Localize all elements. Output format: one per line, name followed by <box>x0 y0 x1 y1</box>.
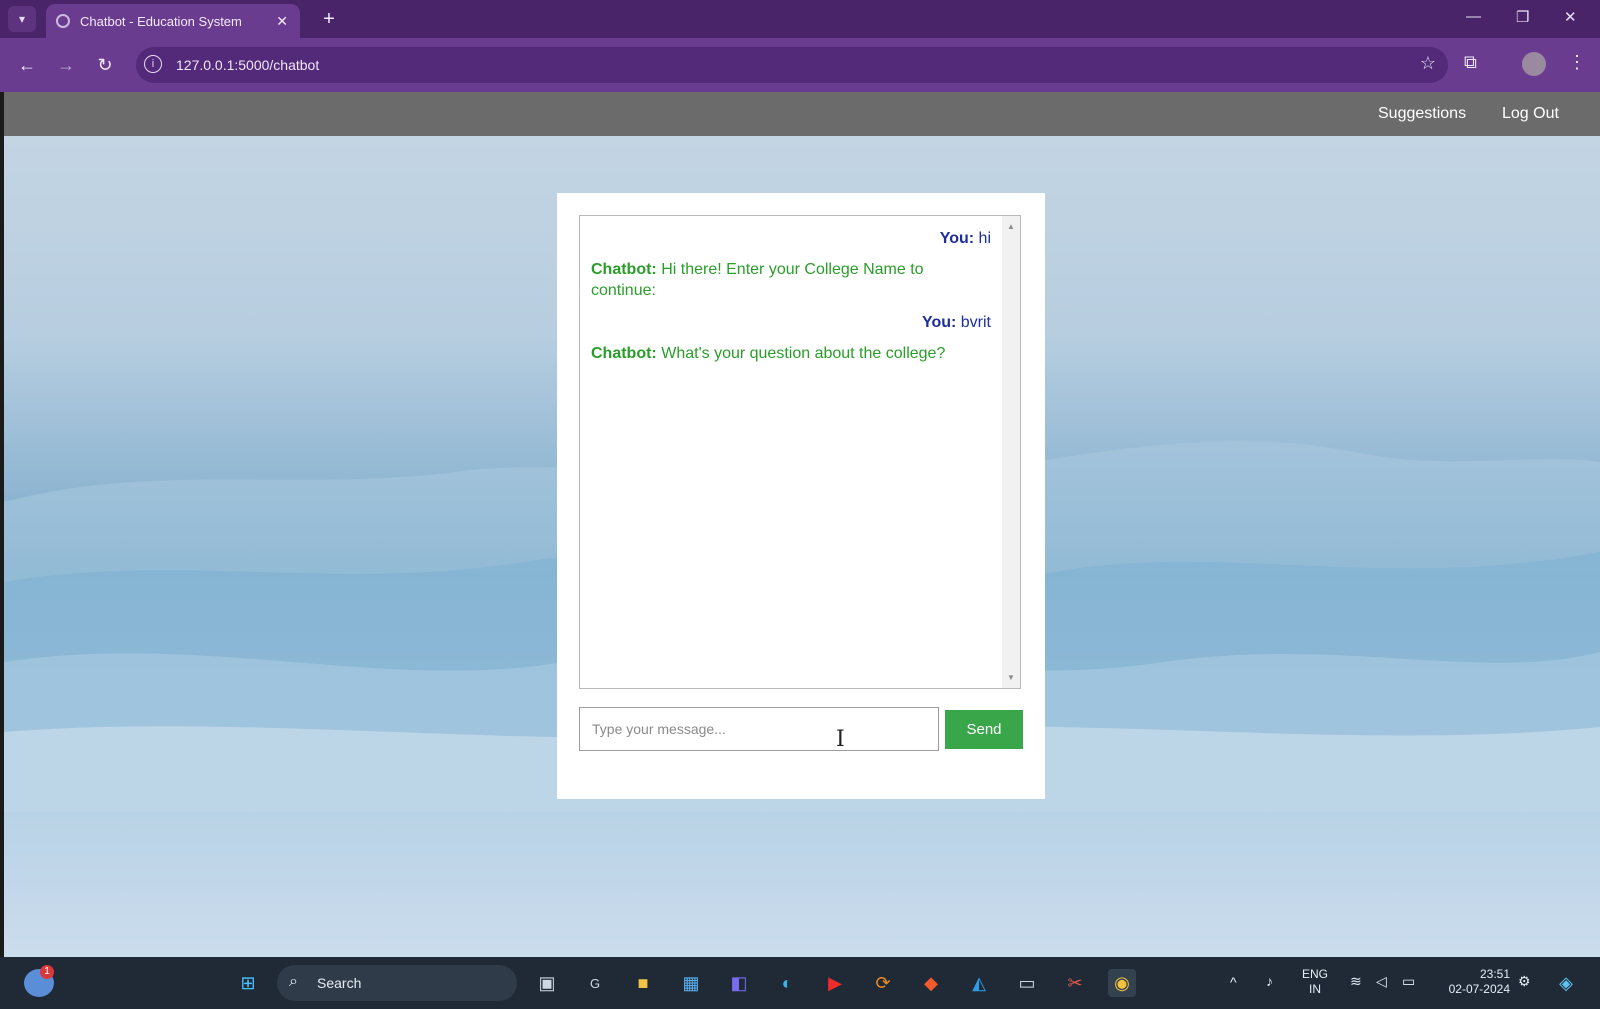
site-navbar: Suggestions Log Out <box>4 92 1600 136</box>
message-speaker: Chatbot: <box>591 261 657 278</box>
taskbar-search[interactable]: ⌕ Search <box>277 965 517 1001</box>
start-icon[interactable]: ⊞ <box>234 969 262 997</box>
language-indicator[interactable]: ENG IN <box>1300 967 1330 997</box>
chat-message-user: You: hi <box>940 228 991 249</box>
site-info-icon[interactable]: i <box>144 55 162 73</box>
extensions-puzzle-icon[interactable]: ⧉ <box>1464 52 1477 73</box>
wifi-icon[interactable]: ≋ <box>1350 974 1362 989</box>
send-button[interactable]: Send <box>945 710 1023 749</box>
chat-container: You: hi Chatbot: Hi there! Enter your Co… <box>557 193 1045 799</box>
copilot-icon[interactable]: ◈ <box>1552 969 1580 997</box>
region-code: IN <box>1309 982 1321 996</box>
brave-icon[interactable]: ◆ <box>917 969 945 997</box>
chat-scrollbar[interactable]: ▲ ▼ <box>1002 216 1020 688</box>
tab-list-chevron-icon[interactable]: ▾ <box>8 6 36 32</box>
browser-menu-icon[interactable]: ⋮ <box>1568 52 1586 73</box>
new-tab-plus-icon[interactable]: + <box>316 6 342 32</box>
edge-icon[interactable]: ◐ <box>773 969 801 997</box>
message-text: hi <box>978 230 991 247</box>
tray-overflow-chevron-icon[interactable]: ^ <box>1230 975 1237 990</box>
logout-link[interactable]: Log Out <box>1502 105 1559 123</box>
file-explorer-icon[interactable]: ■ <box>629 969 657 997</box>
message-speaker: Chatbot: <box>591 345 657 362</box>
message-speaker: You: <box>939 230 975 247</box>
editor-icon[interactable]: ◧ <box>725 969 753 997</box>
scroll-up-arrow-icon[interactable]: ▲ <box>1007 222 1015 231</box>
message-text: bvrit <box>960 314 991 331</box>
message-text: What's your question about the college? <box>661 345 946 362</box>
address-bar[interactable]: i 127.0.0.1:5000/chatbot ☆ <box>136 47 1448 83</box>
battery-icon[interactable]: ▭ <box>1402 974 1415 989</box>
message-input[interactable] <box>579 707 939 751</box>
clock-time: 23:51 <box>1479 967 1510 981</box>
scroll-down-arrow-icon[interactable]: ▼ <box>1007 673 1015 682</box>
windows-taskbar: 1 ⊞ ⌕ Search ▣ G ■ ▦ ◧ ◐ ▶ ⟳ ◆ ◭ ▭ ✂ ◉ ^… <box>0 957 1600 1009</box>
chat-message-bot: Chatbot: Hi there! Enter your College Na… <box>591 259 976 301</box>
reload-icon[interactable]: ↻ <box>92 52 118 78</box>
browser-toolbar: ← → ↻ i 127.0.0.1:5000/chatbot ☆ ⧉ ⋮ <box>0 38 1600 92</box>
search-icon: ⌕ <box>289 973 298 990</box>
chat-messages-panel[interactable]: You: hi Chatbot: Hi there! Enter your Co… <box>579 215 1021 689</box>
snipping-icon[interactable]: ✂ <box>1061 969 1089 997</box>
forward-arrow-icon[interactable]: → <box>53 52 79 78</box>
back-arrow-icon[interactable]: ← <box>14 52 40 78</box>
task-view-icon[interactable]: ▣ <box>533 969 561 997</box>
store-icon[interactable]: ▦ <box>677 969 705 997</box>
chat-message-user: You: bvrit <box>922 312 991 333</box>
chat-message-bot: Chatbot: What's your question about the … <box>591 343 976 364</box>
notification-badge: 1 <box>40 965 54 979</box>
page-viewport: Suggestions Log Out You: hi Chatbot: Hi … <box>4 92 1600 957</box>
app-g-icon[interactable]: G <box>581 969 609 997</box>
browser-tab-bar: ▾ Chatbot - Education System ✕ + — ❐ ✕ <box>0 0 1600 38</box>
screen: ▾ Chatbot - Education System ✕ + — ❐ ✕ ←… <box>0 0 1600 1009</box>
sync-icon[interactable]: ⟳ <box>869 969 897 997</box>
suggestions-link[interactable]: Suggestions <box>1378 105 1466 123</box>
search-label: Search <box>317 975 362 991</box>
bookmark-star-icon[interactable]: ☆ <box>1420 53 1436 74</box>
window-close-icon[interactable]: ✕ <box>1564 8 1577 26</box>
terminal-icon[interactable]: ▭ <box>1013 969 1041 997</box>
browser-tab-active[interactable]: Chatbot - Education System ✕ <box>46 4 300 38</box>
text-cursor-icon: I <box>836 727 845 752</box>
profile-avatar[interactable] <box>1522 52 1546 76</box>
restore-icon[interactable]: ❐ <box>1516 8 1529 26</box>
clock-date: 02-07-2024 <box>1448 982 1510 996</box>
tab-favicon-icon <box>56 14 70 28</box>
settings-gear-icon[interactable]: ⚙ <box>1518 974 1531 989</box>
message-speaker: You: <box>921 314 957 331</box>
language-code: ENG <box>1301 967 1328 981</box>
clock[interactable]: 23:51 02-07-2024 <box>1436 967 1510 997</box>
microphone-icon[interactable]: ♪ <box>1266 974 1273 989</box>
youtube-icon[interactable]: ▶ <box>821 969 849 997</box>
volume-icon[interactable]: ◁ <box>1376 974 1387 989</box>
tab-close-icon[interactable]: ✕ <box>276 13 288 30</box>
address-url[interactable]: 127.0.0.1:5000/chatbot <box>176 57 319 73</box>
chrome-icon[interactable]: ◉ <box>1108 969 1136 997</box>
tab-title: Chatbot - Education System <box>80 13 242 29</box>
vscode-icon[interactable]: ◭ <box>965 969 993 997</box>
minimize-icon[interactable]: — <box>1466 8 1481 25</box>
